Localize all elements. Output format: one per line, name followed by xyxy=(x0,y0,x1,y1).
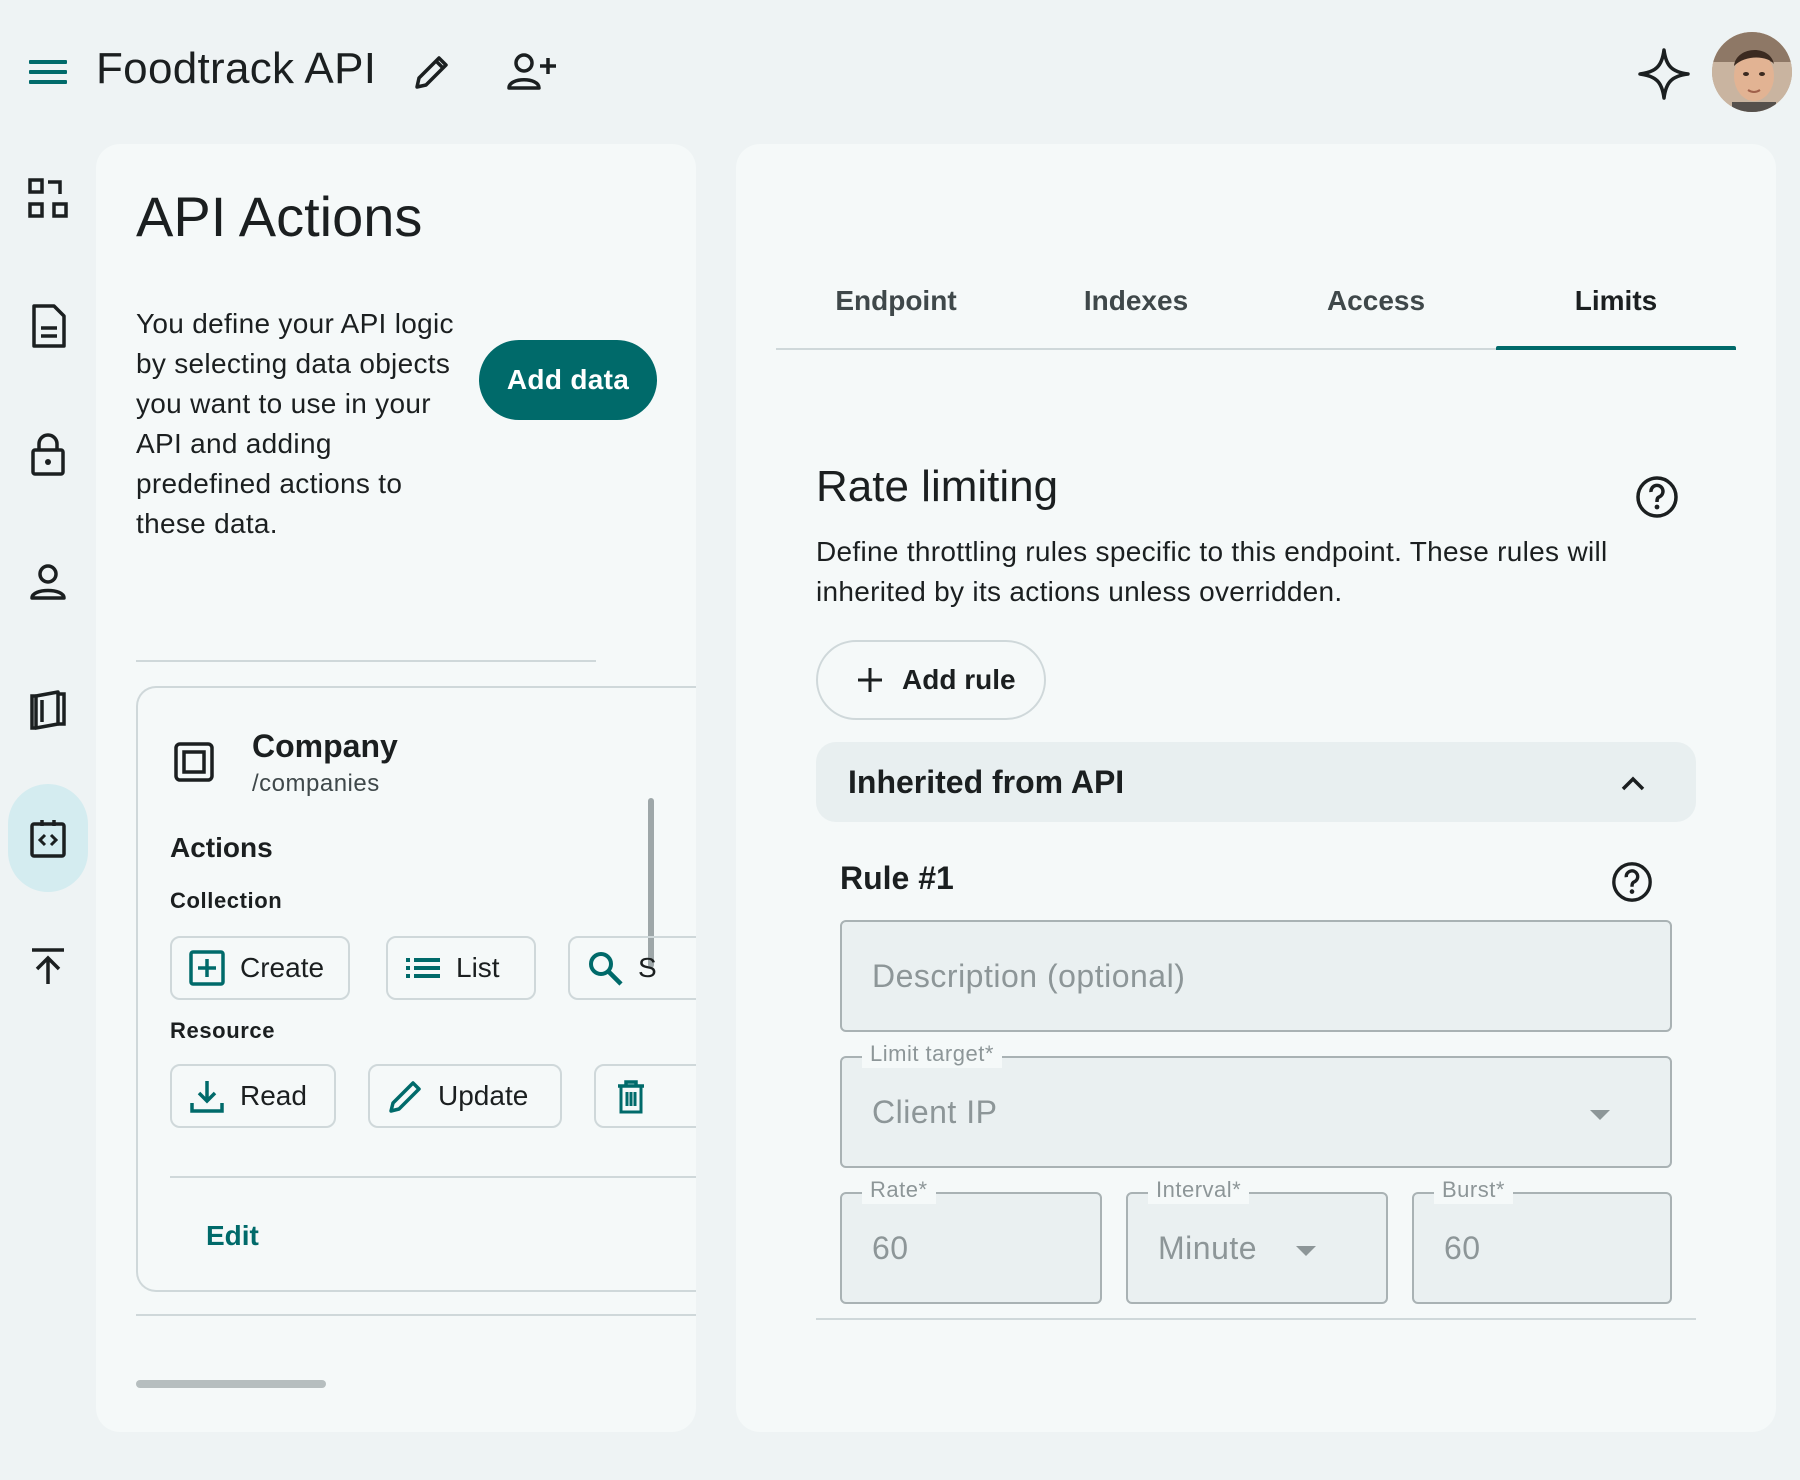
pencil-icon xyxy=(389,1081,421,1113)
search-icon xyxy=(589,952,623,986)
list-icon xyxy=(406,958,440,978)
chevron-up-icon xyxy=(1621,776,1645,791)
book-icon[interactable] xyxy=(8,656,88,764)
dropdown-arrow-icon xyxy=(1296,1246,1316,1256)
section-title: Rate limiting xyxy=(816,462,1059,511)
sparkle-icon[interactable] xyxy=(1636,46,1692,102)
data-object-path: /companies xyxy=(252,770,380,797)
list-action-chip[interactable]: List xyxy=(386,936,536,1000)
burst-label: Burst* xyxy=(1434,1176,1513,1204)
panel-description: You define your API logic by selecting d… xyxy=(136,308,454,539)
tab-limits[interactable]: Limits xyxy=(1496,254,1736,350)
document-icon[interactable] xyxy=(8,272,88,380)
search-action-chip[interactable]: S xyxy=(568,936,696,1000)
person-icon[interactable] xyxy=(8,528,88,636)
tab-endpoint[interactable]: Endpoint xyxy=(776,254,1016,348)
divider xyxy=(136,1314,696,1316)
delete-action-chip[interactable] xyxy=(594,1064,696,1128)
interval-select[interactable]: Interval* Minute xyxy=(1126,1176,1388,1304)
edit-button[interactable]: Edit xyxy=(186,1204,296,1268)
limit-target-value: Client IP xyxy=(872,1093,998,1130)
divider xyxy=(816,1318,1696,1320)
edit-title-icon[interactable] xyxy=(408,48,456,96)
download-icon xyxy=(190,1081,224,1113)
read-action-label: Read xyxy=(240,1080,307,1111)
top-app-bar: Foodtrack API xyxy=(0,0,1800,140)
rate-label: Rate* xyxy=(862,1176,936,1204)
inherited-label: Inherited from API xyxy=(848,763,1125,800)
app-title: Foodtrack API xyxy=(96,44,377,93)
endpoint-settings-panel: Endpoint Indexes Access Limits Rate limi… xyxy=(736,144,1776,1432)
api-code-icon[interactable] xyxy=(8,784,88,892)
tab-bar: Endpoint Indexes Access Limits xyxy=(776,254,1736,350)
tab-indexes[interactable]: Indexes xyxy=(1016,254,1256,348)
section-description: Define throttling rules specific to this… xyxy=(816,536,1608,607)
create-action-chip[interactable]: Create xyxy=(170,936,350,1000)
collection-heading: Collection xyxy=(170,888,283,913)
description-placeholder: Description (optional) xyxy=(872,957,1186,994)
data-object-card: Company /companies Actions Collection Cr… xyxy=(136,686,696,1292)
burst-value: 60 xyxy=(1444,1229,1481,1266)
inherited-rules-expander[interactable]: Inherited from API xyxy=(816,742,1696,822)
dropdown-arrow-icon xyxy=(1590,1110,1610,1120)
data-object-icon xyxy=(172,740,216,784)
rule-title: Rule #1 xyxy=(840,860,954,896)
horizontal-scrollbar[interactable] xyxy=(136,1380,326,1388)
panel-title: API Actions xyxy=(136,185,423,248)
add-data-button[interactable]: Add data xyxy=(479,340,657,420)
add-rule-label: Add rule xyxy=(902,664,1016,695)
api-actions-panel: API Actions You define your API logic by… xyxy=(96,144,696,1432)
description-field[interactable]: Description (optional) xyxy=(840,920,1672,1032)
add-box-icon xyxy=(189,950,225,986)
divider xyxy=(136,660,596,662)
divider xyxy=(170,1176,696,1178)
help-icon[interactable] xyxy=(1634,474,1680,520)
trash-icon xyxy=(618,1080,644,1114)
list-action-label: List xyxy=(456,952,500,983)
search-action-label: S xyxy=(638,952,657,983)
avatar[interactable] xyxy=(1712,32,1792,112)
interval-value: Minute xyxy=(1158,1229,1258,1266)
person-add-icon[interactable] xyxy=(504,48,560,96)
update-action-chip[interactable]: Update xyxy=(368,1064,562,1128)
read-action-chip[interactable]: Read xyxy=(170,1064,336,1128)
add-rule-button[interactable]: Add rule xyxy=(816,640,1046,720)
burst-field[interactable]: Burst* 60 xyxy=(1412,1176,1672,1304)
help-icon[interactable] xyxy=(1610,860,1654,904)
resource-heading: Resource xyxy=(170,1018,276,1043)
lock-icon[interactable] xyxy=(8,400,88,508)
create-action-label: Create xyxy=(240,952,325,983)
data-object-name: Company xyxy=(252,728,398,764)
rate-field[interactable]: Rate* 60 xyxy=(840,1176,1102,1304)
actions-heading: Actions xyxy=(170,832,273,863)
update-action-label: Update xyxy=(438,1080,529,1111)
dashboard-icon[interactable] xyxy=(8,144,88,252)
plus-icon xyxy=(858,668,882,692)
interval-label: Interval* xyxy=(1148,1176,1250,1204)
limit-target-label: Limit target* xyxy=(862,1040,1002,1068)
rate-value: 60 xyxy=(872,1229,909,1266)
tab-access[interactable]: Access xyxy=(1256,254,1496,348)
upload-icon[interactable] xyxy=(8,912,88,1020)
menu-icon[interactable] xyxy=(24,50,72,94)
limit-target-select[interactable]: Limit target* Client IP xyxy=(840,1040,1672,1168)
